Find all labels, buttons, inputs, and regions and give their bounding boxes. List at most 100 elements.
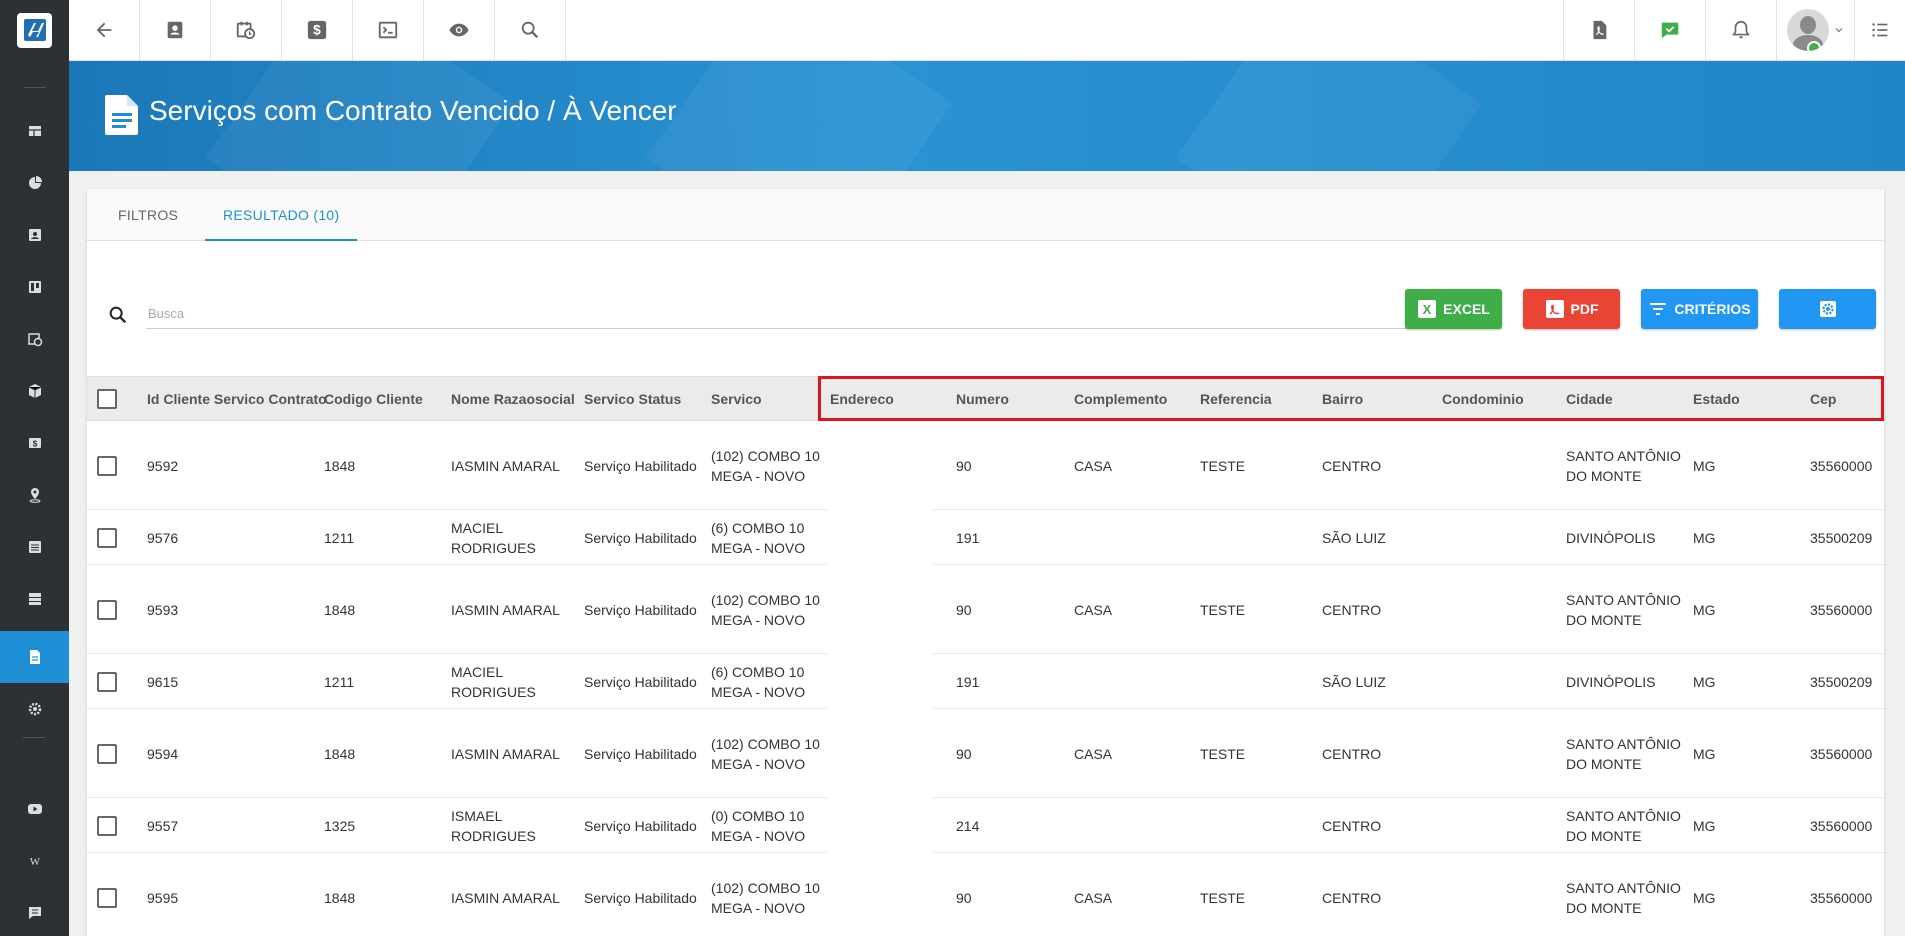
sidebar-item-contact-card[interactable] (0, 209, 69, 261)
cell-nome: MACIEL RODRIGUES (451, 654, 581, 709)
search-input[interactable] (146, 299, 1466, 329)
cell-text: (102) COMBO 10 MEGA - NOVO (711, 447, 820, 484)
column-header-codigo[interactable]: Codigo Cliente (324, 377, 423, 422)
cell-nome: IASMIN AMARAL (451, 709, 581, 798)
column-header-endereco[interactable]: Endereco (830, 377, 894, 422)
sidebar-item-map-pin[interactable] (0, 469, 69, 521)
sidebar-item-server[interactable] (0, 573, 69, 625)
cell-text: DIVINÓPOLIS (1566, 673, 1656, 690)
terminal-icon (378, 21, 398, 39)
table-row[interactable]: 9594 1848 IASMIN AMARAL Serviço Habilitado (… (87, 709, 1884, 798)
cell-nome: MACIEL RODRIGUES (451, 510, 581, 565)
sidebar-item-dashboard[interactable] (0, 105, 69, 157)
terminal-button[interactable] (353, 0, 424, 60)
finance-button[interactable]: $ (282, 0, 353, 60)
cell-cidade: SANTO ANTÔNIO DO MONTE (1566, 853, 1686, 936)
cell-text: CENTRO (1322, 817, 1382, 834)
cell-referencia: TESTE (1200, 565, 1315, 654)
table-row[interactable]: 9592 1848 IASMIN AMARAL Serviço Habilitado (… (87, 421, 1884, 510)
sidebar-item-pie-chart[interactable] (0, 157, 69, 209)
row-checkbox[interactable] (97, 887, 117, 908)
row-checkbox[interactable] (97, 455, 117, 476)
sidebar-item-board[interactable] (0, 261, 69, 313)
cell-cep: 35500209 (1810, 510, 1884, 565)
cell-text: 1211 (324, 673, 355, 690)
pdf-export-button[interactable] (1563, 0, 1634, 60)
row-checkbox[interactable] (97, 743, 117, 764)
view-button[interactable] (424, 0, 495, 60)
tab-filtros[interactable]: FILTROS (118, 189, 178, 241)
cell-status: Serviço Habilitado (584, 709, 709, 798)
cell-text: 9594 (147, 745, 179, 762)
column-header-cidade[interactable]: Cidade (1566, 377, 1613, 422)
approvals-button[interactable] (1634, 0, 1705, 60)
cell-text: Serviço Habilitado (584, 457, 697, 474)
menu-button[interactable] (1854, 0, 1905, 60)
table-row[interactable]: 9576 1211 MACIEL RODRIGUES Serviço Habilita… (87, 510, 1884, 565)
cell-cidade: DIVINÓPOLIS (1566, 654, 1686, 709)
cell-cep: 35560000 (1810, 709, 1884, 798)
column-header-complemento[interactable]: Complemento (1074, 377, 1167, 422)
schedule-button[interactable] (211, 0, 282, 60)
sidebar-item-calendar-clock[interactable] (0, 313, 69, 365)
column-header-nome[interactable]: Nome Razaosocial (451, 377, 575, 422)
cell-complemento: CASA (1074, 709, 1194, 798)
tab-resultado[interactable]: RESULTADO (10) (205, 189, 358, 241)
table-row[interactable]: 9557 1325 ISMAEL RODRIGUES Serviço Habilita… (87, 798, 1884, 853)
table-row[interactable]: 9615 1211 MACIEL RODRIGUES Serviço Habilita… (87, 654, 1884, 709)
cell-status: Serviço Habilitado (584, 654, 709, 709)
column-header-condominio[interactable]: Condominio (1442, 377, 1524, 422)
excel-export-button[interactable]: X EXCEL (1405, 289, 1502, 329)
dashboard-icon (28, 126, 41, 136)
row-checkbox[interactable] (97, 671, 117, 692)
cell-text: Serviço Habilitado (584, 817, 697, 834)
pdf-export-button[interactable]: PDF (1523, 289, 1620, 329)
notifications-button[interactable] (1705, 0, 1776, 60)
row-checkbox[interactable] (97, 815, 117, 836)
cell-codigo: 1211 (324, 654, 444, 709)
criterios-button[interactable]: CRITÉRIOS (1641, 289, 1758, 329)
cell-text: SÃO LUIZ (1322, 529, 1386, 546)
cell-referencia: TESTE (1200, 709, 1315, 798)
chat-icon (28, 907, 41, 919)
pdf-icon (1593, 20, 1607, 40)
cell-text: 9557 (147, 817, 179, 834)
sidebar-item-money[interactable]: $ (0, 417, 69, 469)
column-header-servico[interactable]: Servico (711, 377, 762, 422)
column-header-id[interactable]: Id Cliente Servico Contrato (147, 377, 327, 422)
column-header-referencia[interactable]: Referencia (1200, 377, 1272, 422)
cell-codigo: 1848 (324, 421, 444, 510)
sidebar-item-gear[interactable] (0, 683, 69, 735)
column-header-estado[interactable]: Estado (1693, 377, 1740, 422)
table-row[interactable]: 9593 1848 IASMIN AMARAL Serviço Habilitado (… (87, 565, 1884, 654)
cell-servico: (102) COMBO 10 MEGA - NOVO (711, 565, 826, 654)
settings-button[interactable] (1779, 289, 1876, 329)
column-header-cep[interactable]: Cep (1810, 377, 1836, 422)
app-logo[interactable] (0, 0, 69, 60)
user-menu[interactable] (1776, 0, 1854, 60)
row-checkbox[interactable] (97, 599, 117, 620)
cell-text: MG (1693, 889, 1716, 906)
table-row[interactable]: 9595 1848 IASMIN AMARAL Serviço Habilitado (… (87, 853, 1884, 936)
cell-text: SANTO ANTÔNIO DO MONTE (1566, 807, 1681, 844)
sidebar-item-wiki[interactable]: W (0, 835, 69, 887)
row-checkbox[interactable] (97, 527, 117, 548)
online-status-icon (1806, 41, 1821, 51)
sidebar-item-document[interactable] (0, 631, 69, 683)
select-all-checkbox[interactable] (97, 389, 117, 409)
back-button[interactable] (69, 0, 140, 60)
cell-text: (102) COMBO 10 MEGA - NOVO (711, 879, 820, 916)
sidebar-item-chat[interactable] (0, 887, 69, 936)
pdf-icon (1545, 300, 1564, 318)
cell-cep: 35500209 (1810, 654, 1884, 709)
contacts-button[interactable] (140, 0, 211, 60)
cell-codigo: 1848 (324, 565, 444, 654)
column-header-bairro[interactable]: Bairro (1322, 377, 1363, 422)
cell-text: (0) COMBO 10 MEGA - NOVO (711, 807, 806, 844)
column-header-status[interactable]: Servico Status (584, 377, 681, 422)
column-header-numero[interactable]: Numero (956, 377, 1009, 422)
search-button[interactable] (495, 0, 566, 60)
sidebar-item-box[interactable] (0, 365, 69, 417)
sidebar-item-youtube[interactable] (0, 783, 69, 835)
sidebar-item-list[interactable] (0, 521, 69, 573)
